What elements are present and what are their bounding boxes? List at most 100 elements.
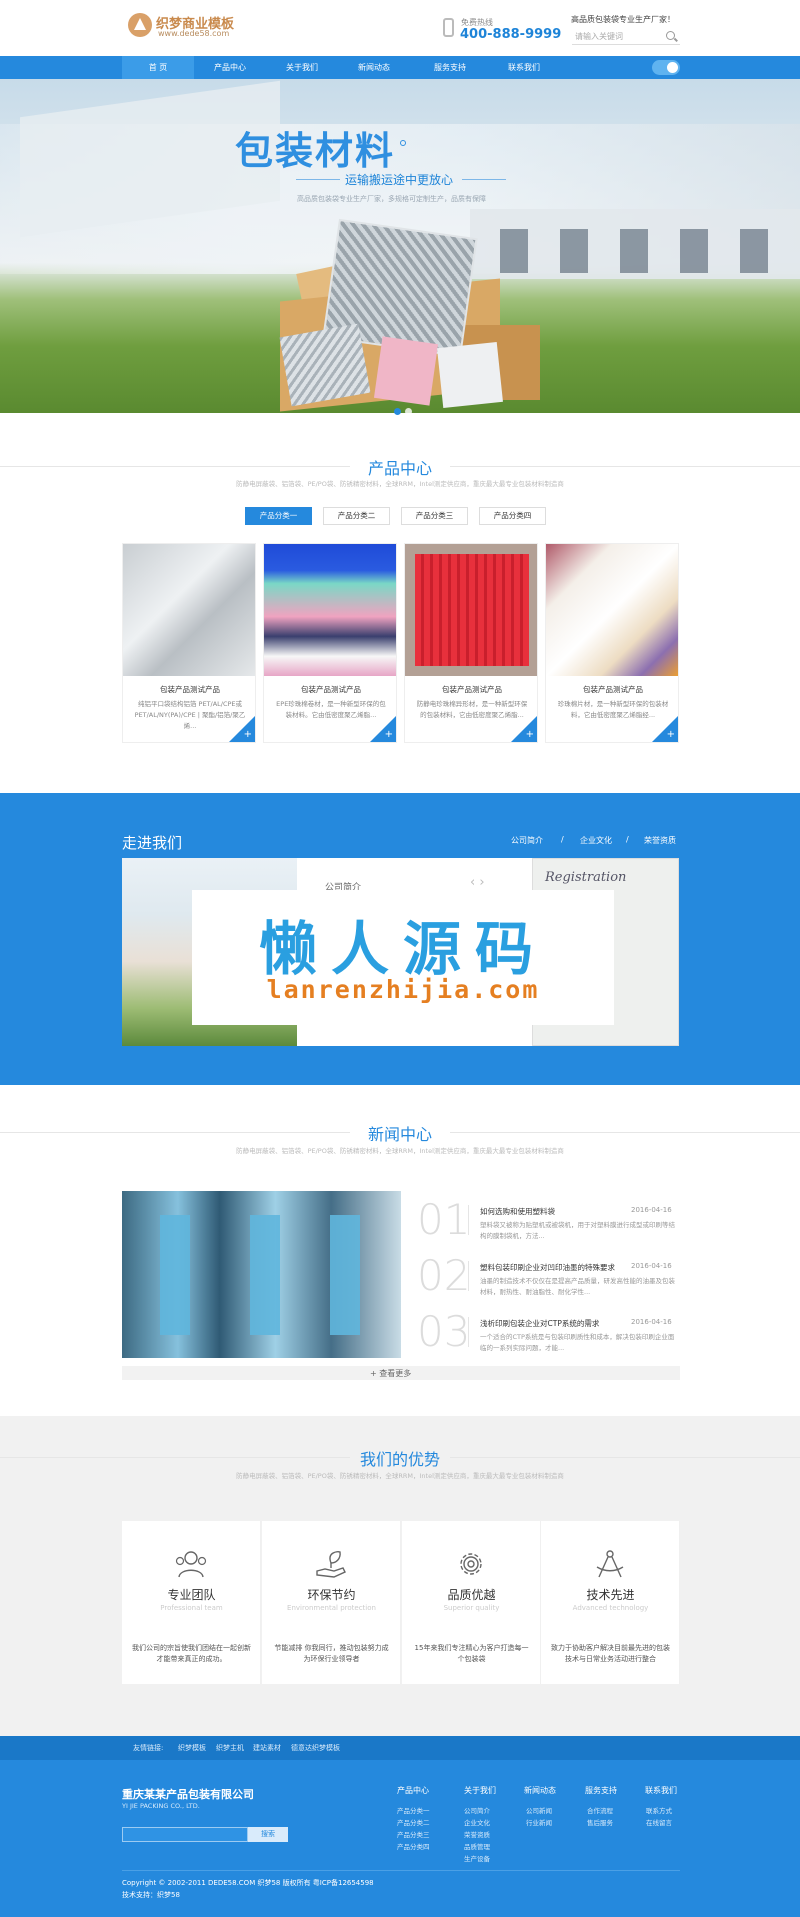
tab-culture[interactable]: 企业文化 [580, 835, 612, 846]
warehouse-door [680, 229, 708, 273]
friend-link[interactable]: 织梦主机 [216, 1743, 244, 1753]
plus-icon[interactable]: + [667, 730, 675, 740]
advantage-card: 专业团队 Professional team 我们公司的宗旨使我们团结在一起创新… [122, 1521, 261, 1684]
product-card[interactable]: 包装产品测试产品 纯铝平口袋结构铝箔 PET/AL/CPE或PET/AL/NY(… [122, 543, 256, 743]
footer-link[interactable]: 行业新闻 [526, 1817, 552, 1827]
product-image[interactable] [264, 544, 396, 676]
warehouse-door [560, 229, 588, 273]
banner-dot[interactable] [394, 408, 401, 415]
slider-arrows[interactable]: ‹ › [470, 875, 485, 890]
search-icon[interactable] [666, 31, 675, 40]
product-card[interactable]: 包装产品测试产品 EPE珍珠棉卷材，是一种新型环保的包装材料。它由低密度聚乙烯脂… [263, 543, 397, 743]
footer-col-title[interactable]: 新闻动态 [524, 1785, 556, 1796]
footer-link[interactable]: 售后服务 [587, 1817, 613, 1827]
copyright: Copyright © 2002-2011 DEDE58.COM 织梦58 版权… [122, 1879, 374, 1887]
news-excerpt: 一个适合的CTP系统是与包装印刷质性和成本，解决包装印刷企业面临的一系列实际问题… [480, 1333, 675, 1352]
watermark-url: lanrenzhijia.com [266, 975, 540, 1004]
section-desc-products: 防静电屏蔽袋、铝箔袋、PE/PO袋、防锈精密材料，全球RRM，Intel测定供应… [236, 480, 564, 488]
friend-link[interactable]: 德意达织梦模板 [291, 1743, 340, 1753]
product-title[interactable]: 包装产品测试产品 [264, 684, 396, 695]
certificate-heading: Registration [545, 870, 627, 885]
tab-honors[interactable]: 荣誉资质 [644, 835, 676, 846]
footer-link[interactable]: 品质管理 [464, 1841, 490, 1851]
friend-link[interactable]: 建站素材 [253, 1743, 281, 1753]
advantage-text: 我们公司的宗旨使我们团结在一起创新才能带来真正的成功。 [132, 1644, 251, 1663]
news-title[interactable]: 浅析印刷包装企业对CTP系统的需求 [480, 1318, 599, 1329]
product-image[interactable] [123, 544, 255, 676]
footer-search-button[interactable]: 搜索 [248, 1827, 288, 1842]
warehouse-door [740, 229, 768, 273]
news-title[interactable]: 塑料包装印刷企业对凹印油墨的特殊要求 [480, 1262, 615, 1273]
banner-dot[interactable] [405, 408, 412, 415]
footer-link[interactable]: 产品分类一 [397, 1805, 430, 1815]
advantage-title: 技术先进 [586, 1588, 635, 1602]
banner-description: 高品质包装袋专业生产厂家，多规格可定制生产，品质有保障 [297, 195, 486, 203]
footer-link[interactable]: 企业文化 [464, 1817, 490, 1827]
advantage-card: 环保节约 Environmental protection 节能减排 你我同行，… [262, 1521, 401, 1684]
news-date: 2016-04-16 [631, 1262, 672, 1270]
advantage-title: 品质优越 [447, 1588, 496, 1602]
menu-toggle[interactable] [652, 60, 680, 75]
footer-col-title[interactable]: 关于我们 [464, 1785, 496, 1796]
footer-col-title[interactable]: 联系我们 [645, 1785, 677, 1796]
machine-image [250, 1215, 280, 1335]
logo-icon[interactable] [128, 13, 152, 37]
footer-link[interactable]: 产品分类三 [397, 1829, 430, 1839]
product-image[interactable] [546, 544, 678, 676]
tab-company-intro[interactable]: 公司简介 [511, 835, 543, 846]
nav-contact[interactable]: 联系我们 [488, 56, 560, 79]
friend-links-label: 友情链接: [133, 1744, 164, 1752]
company-name: 重庆某某产品包装有限公司 [122, 1788, 254, 1801]
footer-link[interactable]: 生产设备 [464, 1853, 490, 1863]
tab-category-1[interactable]: 产品分类一 [245, 507, 312, 525]
compass-icon [596, 1550, 624, 1578]
product-title[interactable]: 包装产品测试产品 [405, 684, 537, 695]
tab-separator: / [561, 835, 564, 844]
product-image[interactable] [405, 544, 537, 676]
footer-link[interactable]: 公司新闻 [526, 1805, 552, 1815]
advantage-text: 致力于协助客户解决目前最先进的包装技术与日常业务活动进行整合 [551, 1644, 670, 1663]
plus-icon[interactable]: + [526, 730, 534, 740]
nav-service[interactable]: 服务支持 [414, 56, 486, 79]
footer-col-title[interactable]: 服务支持 [585, 1785, 617, 1796]
tab-separator: / [626, 835, 629, 844]
product-title[interactable]: 包装产品测试产品 [546, 684, 678, 695]
nav-about[interactable]: 关于我们 [266, 56, 338, 79]
footer-link[interactable]: 产品分类二 [397, 1817, 430, 1827]
plus-icon[interactable]: + [244, 730, 252, 740]
tab-category-4[interactable]: 产品分类四 [479, 507, 546, 525]
logo-subtitle: www.dede58.com [158, 29, 230, 38]
advantage-title: 专业团队 [167, 1588, 216, 1602]
section-title-news: 新闻中心 [367, 1125, 432, 1144]
nav-products[interactable]: 产品中心 [194, 56, 266, 79]
product-card[interactable]: 包装产品测试产品 珍珠棉片材，是一种新型环保的包装材料，它由低密度聚乙烯脂经..… [545, 543, 679, 743]
view-more-button[interactable]: + 查看更多 [370, 1368, 411, 1379]
tab-category-3[interactable]: 产品分类三 [401, 507, 468, 525]
advantage-card: 技术先进 Advanced technology 致力于协助客户解决目前最先进的… [541, 1521, 680, 1684]
footer-col-title[interactable]: 产品中心 [397, 1785, 429, 1796]
divider [468, 1317, 469, 1347]
footer-link[interactable]: 公司简介 [464, 1805, 490, 1815]
plus-icon[interactable]: + [385, 730, 393, 740]
news-excerpt: 塑料袋又被称为贴塑机或被袋机，用于对塑料膜进行成型或印刷等结构的膜制袋机，方法.… [480, 1221, 675, 1240]
tab-category-2[interactable]: 产品分类二 [323, 507, 390, 525]
phone-icon [443, 18, 454, 37]
product-title[interactable]: 包装产品测试产品 [123, 684, 255, 695]
warehouse-door [500, 229, 528, 273]
section-title-about: 走进我们 [122, 834, 183, 852]
footer-link[interactable]: 合作流程 [587, 1805, 613, 1815]
advantage-subtitle: Professional team [160, 1604, 223, 1612]
footer-link[interactable]: 在线留言 [646, 1817, 672, 1827]
footer-search-input[interactable] [122, 1827, 248, 1842]
footer-link[interactable]: 产品分类四 [397, 1841, 430, 1851]
leaf-hand-icon [316, 1551, 346, 1578]
news-title[interactable]: 如何选购和使用塑料袋 [480, 1206, 555, 1217]
nav-home[interactable]: 首 页 [122, 56, 194, 79]
banner-title-dot [400, 140, 406, 146]
product-card[interactable]: 包装产品测试产品 防静电珍珠棉异形材，是一种新型环保的包装材料，它由低密度聚乙烯… [404, 543, 538, 743]
friend-link[interactable]: 织梦模板 [178, 1743, 206, 1753]
footer-link[interactable]: 荣誉资质 [464, 1829, 490, 1839]
news-date: 2016-04-16 [631, 1318, 672, 1326]
footer-link[interactable]: 联系方式 [646, 1805, 672, 1815]
nav-news[interactable]: 新闻动态 [338, 56, 410, 79]
